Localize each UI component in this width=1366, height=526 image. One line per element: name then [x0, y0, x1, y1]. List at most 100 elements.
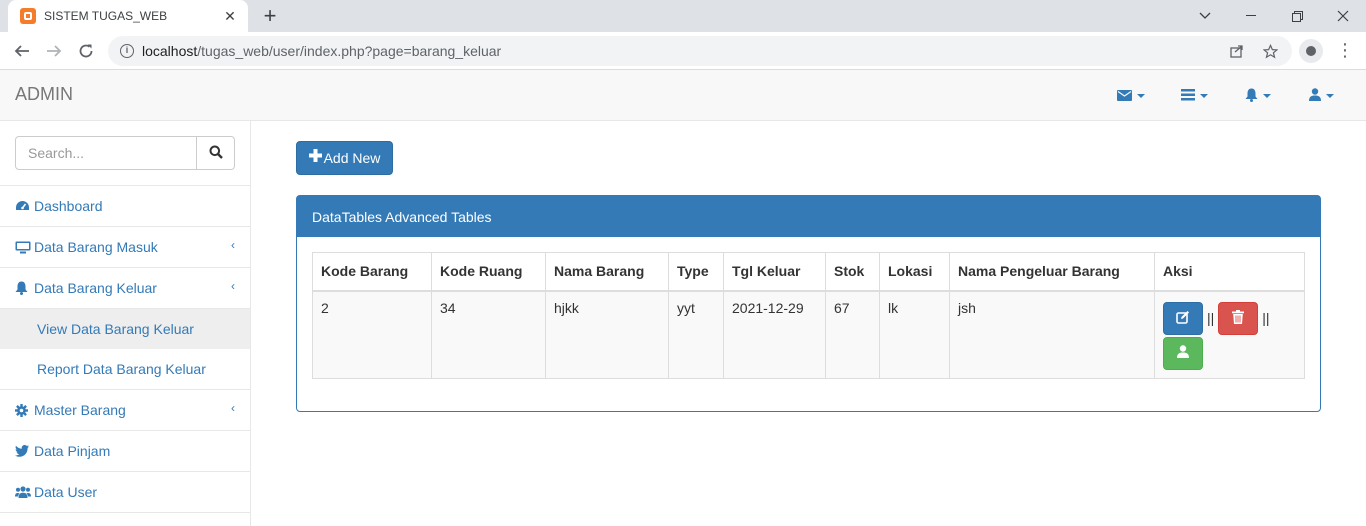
cell-aksi: || || [1154, 290, 1305, 379]
browser-tab-bar: SISTEM TUGAS_WEB ✕ + [0, 0, 1366, 32]
sidebar-item-dashboard[interactable]: Dashboard [0, 186, 250, 227]
column-header-stok[interactable]: Stok [825, 252, 880, 292]
tasks-icon [1181, 88, 1195, 104]
sidebar-submenu: View Data Barang Keluar Report Data Bara… [0, 309, 250, 390]
sidebar: Dashboard Data Barang Masuk ‹ Data Baran… [0, 121, 251, 526]
panel-heading: DataTables Advanced Tables [297, 196, 1320, 237]
table-row: 2 34 hjkk yyt 2021-12-29 67 lk jsh || || [312, 290, 1305, 379]
url-path: /tugas_web/user/index.php?page=barang_ke… [197, 43, 502, 59]
gear-icon [15, 403, 33, 417]
favicon-icon [20, 8, 36, 24]
restore-icon[interactable] [1274, 0, 1320, 32]
trash-icon [1232, 309, 1245, 327]
sidebar-item-label: Master Barang [34, 402, 126, 418]
tab-title: SISTEM TUGAS_WEB [44, 9, 168, 23]
user-detail-button[interactable] [1163, 336, 1203, 370]
chevron-left-icon: ‹ [231, 238, 235, 252]
sidebar-item-label: Data Pinjam [34, 443, 111, 459]
cell-kode-ruang: 34 [431, 290, 546, 379]
alerts-dropdown[interactable] [1245, 86, 1271, 106]
new-tab-icon[interactable]: + [258, 3, 282, 29]
caret-down-icon [1137, 94, 1145, 98]
tasks-dropdown[interactable] [1181, 86, 1208, 106]
close-tab-icon[interactable]: ✕ [220, 8, 240, 25]
edit-icon [1176, 310, 1190, 327]
cell-type: yyt [668, 290, 724, 379]
bell-icon [1245, 88, 1258, 105]
column-header-kode-barang[interactable]: Kode Barang [312, 252, 432, 292]
column-header-nama-barang[interactable]: Nama Barang [545, 252, 669, 292]
sidebar-item-data-barang-keluar[interactable]: Data Barang Keluar ‹ [0, 268, 250, 309]
cell-lokasi: lk [879, 290, 950, 379]
minimize-icon[interactable] [1228, 0, 1274, 32]
action-separator: || [1262, 310, 1270, 326]
browser-tab[interactable]: SISTEM TUGAS_WEB ✕ [8, 0, 248, 32]
sidebar-item-label: Dashboard [34, 198, 103, 214]
url-host: localhost [142, 43, 198, 59]
chevron-down-icon[interactable] [1182, 0, 1228, 32]
sidebar-item-master-barang[interactable]: Master Barang ‹ [0, 390, 250, 431]
table-header-row: Kode Barang Kode Ruang Nama Barang Type … [312, 252, 1305, 292]
twitter-icon [15, 445, 33, 457]
sidebar-item-label: Data User [34, 484, 98, 500]
sidebar-item-data-barang-masuk[interactable]: Data Barang Masuk ‹ [0, 227, 250, 268]
column-header-kode-ruang[interactable]: Kode Ruang [431, 252, 546, 292]
forward-icon[interactable] [40, 38, 68, 64]
user-icon [1309, 88, 1321, 104]
reload-icon[interactable] [72, 38, 100, 64]
bell-icon [15, 281, 33, 295]
delete-button[interactable] [1218, 301, 1259, 335]
sidebar-item-label: Data Barang Masuk [34, 239, 158, 255]
brand[interactable]: ADMIN [15, 84, 73, 105]
sidebar-search [0, 121, 250, 186]
messages-dropdown[interactable] [1117, 86, 1145, 106]
cell-nama-pengeluar-barang: jsh [949, 290, 1155, 379]
users-icon [15, 486, 33, 498]
search-button[interactable] [197, 136, 235, 170]
column-header-nama-pengeluar-barang[interactable]: Nama Pengeluar Barang [949, 252, 1155, 292]
add-new-label: Add New [323, 150, 381, 166]
column-header-tgl-keluar[interactable]: Tgl Keluar [723, 252, 826, 292]
sidebar-item-data-pinjam[interactable]: Data Pinjam [0, 431, 250, 472]
column-header-lokasi[interactable]: Lokasi [879, 252, 950, 292]
share-icon[interactable] [1230, 36, 1244, 66]
cell-nama-barang: hjkk [545, 290, 669, 379]
action-separator: || [1207, 310, 1215, 326]
sidebar-subitem-report-data-barang-keluar[interactable]: Report Data Barang Keluar [0, 349, 250, 389]
chevron-left-icon: ‹ [231, 401, 235, 415]
column-header-type[interactable]: Type [668, 252, 724, 292]
caret-down-icon [1263, 94, 1271, 98]
close-window-icon[interactable] [1320, 0, 1366, 32]
cell-kode-barang: 2 [312, 290, 432, 379]
edit-button[interactable] [1163, 301, 1203, 335]
desktop-icon [15, 241, 33, 254]
profile-icon[interactable] [1299, 39, 1323, 63]
top-navbar: ADMIN [0, 70, 1366, 121]
back-icon[interactable] [8, 38, 36, 64]
sidebar-subitem-view-data-barang-keluar[interactable]: View Data Barang Keluar [0, 309, 250, 349]
cell-stok: 67 [825, 290, 880, 379]
data-panel: DataTables Advanced Tables Kode Barang K… [296, 195, 1321, 412]
search-icon [209, 145, 223, 162]
sidebar-item-label: Data Barang Keluar [34, 280, 157, 296]
plus-icon [308, 149, 322, 167]
user-dropdown[interactable] [1309, 86, 1334, 106]
panel-body: Kode Barang Kode Ruang Nama Barang Type … [297, 237, 1320, 394]
cell-tgl-keluar: 2021-12-29 [723, 290, 826, 379]
address-bar: i localhost/tugas_web/user/index.php?pag… [0, 32, 1366, 70]
search-input[interactable] [15, 136, 197, 170]
bookmark-star-icon[interactable] [1263, 36, 1278, 66]
chevron-left-icon: ‹ [231, 279, 235, 293]
user-icon [1177, 345, 1189, 361]
browser-menu-icon[interactable]: ⋮ [1336, 41, 1354, 61]
add-new-button[interactable]: Add New [296, 141, 393, 175]
dashboard-icon [15, 200, 33, 212]
sidebar-item-data-user[interactable]: Data User [0, 472, 250, 513]
caret-down-icon [1326, 94, 1334, 98]
data-table: Kode Barang Kode Ruang Nama Barang Type … [312, 252, 1305, 379]
caret-down-icon [1200, 94, 1208, 98]
site-info-icon[interactable]: i [120, 44, 134, 58]
column-header-aksi: Aksi [1154, 252, 1305, 292]
envelope-icon [1117, 88, 1132, 104]
url-field[interactable]: i localhost/tugas_web/user/index.php?pag… [108, 36, 1292, 66]
